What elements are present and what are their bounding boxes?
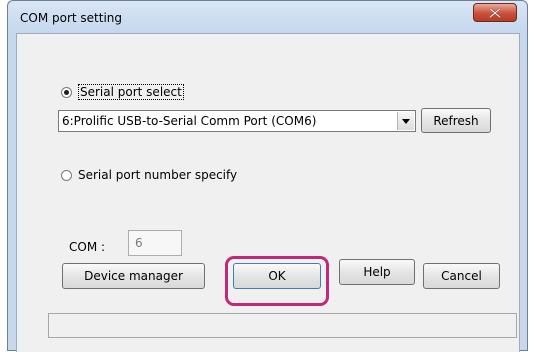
- com-label: COM :: [69, 240, 106, 254]
- radio-selected-icon[interactable]: [61, 86, 72, 98]
- cancel-button-label: Cancel: [441, 269, 482, 283]
- window-title: COM port setting: [20, 11, 123, 25]
- serial-port-select-radio[interactable]: Serial port select: [61, 84, 184, 100]
- serial-port-select-label: Serial port select: [78, 84, 184, 100]
- dialog-window: COM port setting Serial port select 6:Pr…: [7, 0, 528, 352]
- cancel-button[interactable]: Cancel: [423, 263, 500, 289]
- combobox-value: 6:Prolific USB-to-Serial Comm Port (COM6…: [62, 114, 317, 128]
- device-manager-label: Device manager: [84, 269, 183, 283]
- dialog-client-area: Serial port select 6:Prolific USB-to-Ser…: [16, 33, 520, 352]
- close-icon: [489, 7, 501, 18]
- device-manager-button[interactable]: Device manager: [62, 263, 205, 289]
- com-number-field[interactable]: 6: [128, 230, 182, 256]
- close-button[interactable]: [473, 3, 517, 22]
- serial-port-number-specify-label: Serial port number specify: [78, 168, 238, 182]
- radio-unselected-icon[interactable]: [61, 169, 72, 181]
- help-button[interactable]: Help: [339, 259, 415, 285]
- ok-button-highlight: [225, 256, 329, 306]
- refresh-button-label: Refresh: [433, 113, 479, 128]
- title-bar[interactable]: COM port setting: [8, 1, 527, 33]
- status-bar: [48, 313, 517, 338]
- refresh-button[interactable]: Refresh: [421, 108, 491, 133]
- help-button-label: Help: [363, 265, 391, 279]
- serial-port-number-specify-radio[interactable]: Serial port number specify: [61, 168, 237, 182]
- port-select-combobox[interactable]: 6:Prolific USB-to-Serial Comm Port (COM6…: [58, 110, 416, 132]
- dropdown-arrow-icon[interactable]: [397, 112, 414, 130]
- com-number-value: 6: [135, 236, 143, 250]
